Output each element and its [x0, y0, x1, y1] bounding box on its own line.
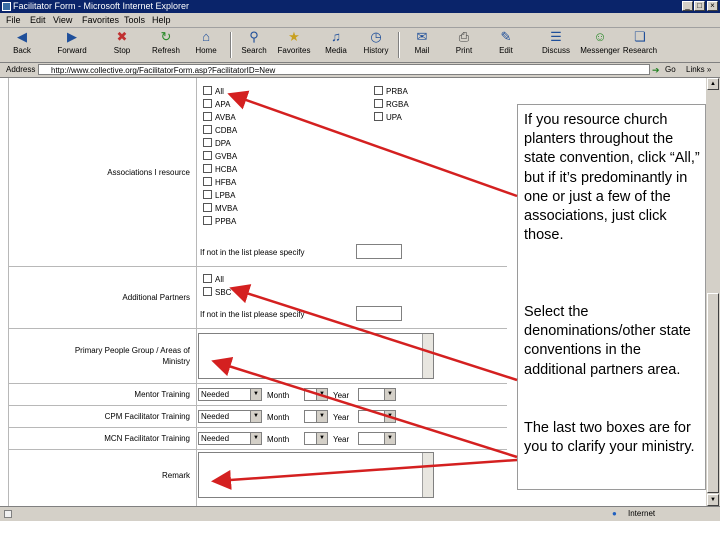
annotation-arrows [211, 90, 518, 490]
arrow-to-all-associations [227, 90, 518, 198]
arrow-to-remark [211, 458, 518, 490]
arrow-to-people-group [211, 356, 518, 459]
arrow-to-additional-partners [229, 284, 518, 382]
